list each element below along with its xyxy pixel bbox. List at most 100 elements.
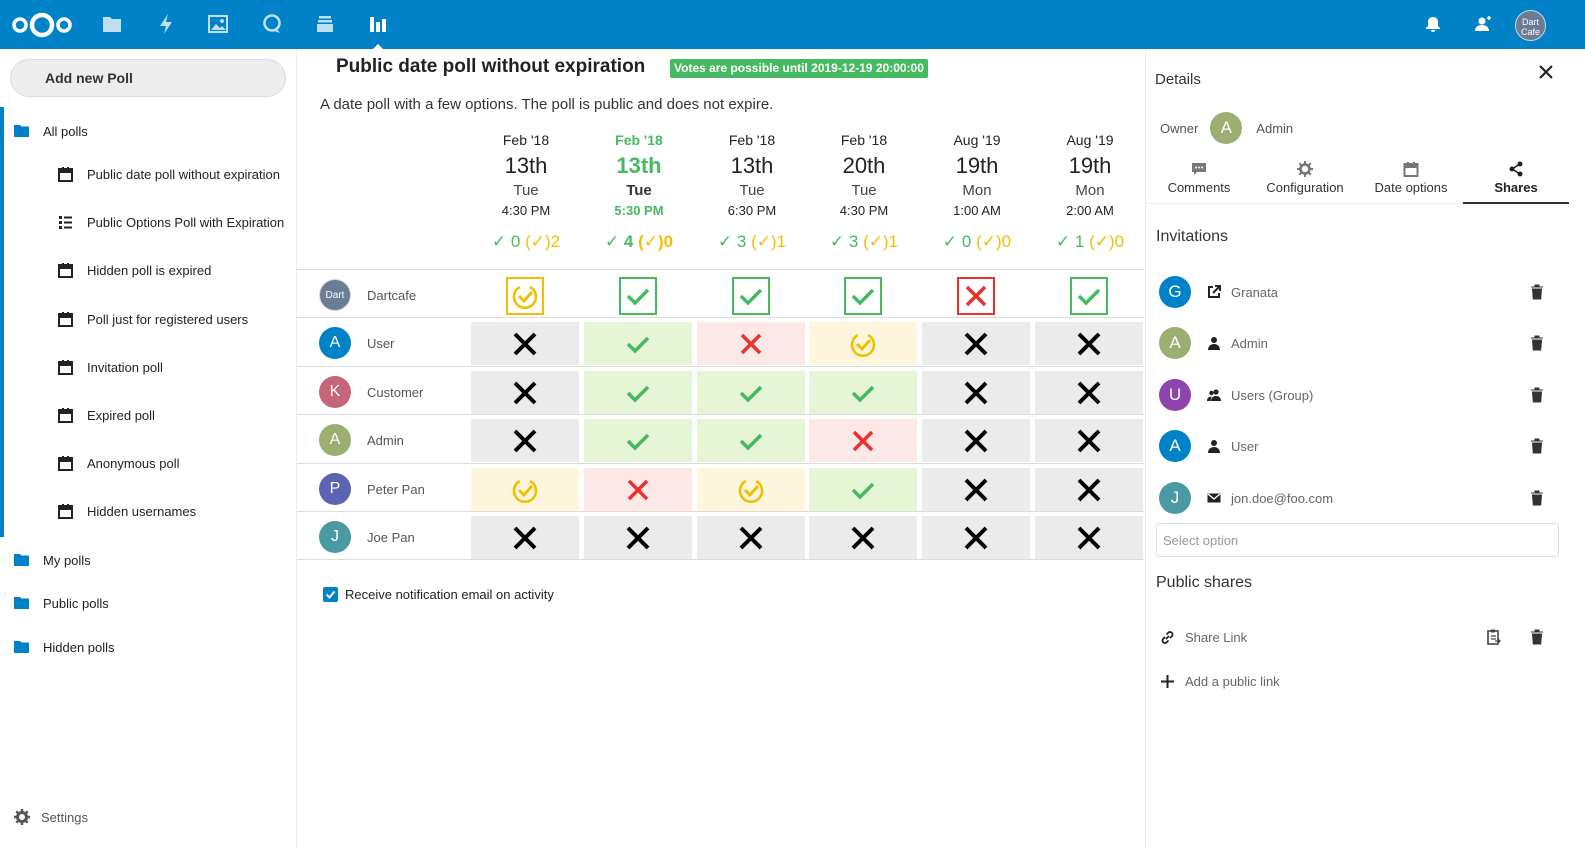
vote-cell [809, 322, 917, 365]
vote-cell [471, 468, 579, 511]
deck-icon[interactable] [314, 13, 336, 35]
cross-icon [740, 333, 762, 354]
nav-my-polls[interactable]: My polls [14, 550, 91, 570]
tab-configuration[interactable]: Configuration [1252, 152, 1358, 204]
nav-poll-label: Public date poll without expiration [87, 166, 280, 182]
owner-info: Owner A Admin [1160, 112, 1293, 144]
poll-title: Public date poll without expiration [336, 56, 646, 77]
nav-poll-item[interactable]: Public date poll without expiration [58, 164, 280, 184]
option-month: Feb '18 [728, 132, 776, 148]
option-day: 13th [504, 153, 548, 178]
nav-poll-item[interactable]: Hidden usernames [58, 501, 196, 521]
notifications-bell-icon[interactable] [1422, 13, 1444, 35]
vote-cell [584, 468, 692, 511]
vote-toggle[interactable] [732, 276, 770, 315]
vote-toggle[interactable] [619, 276, 657, 315]
vote-cell[interactable] [584, 274, 692, 317]
share-name: User [1231, 438, 1259, 454]
option-day: 19th [1068, 153, 1112, 178]
vote-toggle[interactable] [506, 276, 544, 315]
check-icon [851, 385, 875, 402]
user-avatar[interactable]: Dart Cafe [1515, 10, 1546, 41]
vote-toggle[interactable] [844, 276, 882, 315]
maybe-icon [512, 479, 538, 503]
tab-label: Comments [1167, 180, 1231, 195]
row-divider [297, 366, 1144, 367]
trash-icon[interactable] [1530, 490, 1544, 506]
option-dow: Tue [739, 182, 765, 199]
nav-poll-item[interactable]: Public Options Poll with Expiration [58, 212, 284, 232]
no-vote-icon [1077, 429, 1101, 452]
option-day: 13th [616, 153, 662, 178]
nav-poll-item[interactable]: Poll just for registered users [58, 309, 248, 329]
no-vote-icon [1077, 381, 1101, 404]
no-vote-icon [626, 526, 650, 549]
participant-row: A User [319, 327, 394, 359]
option-day: 19th [955, 153, 999, 178]
polls-icon[interactable] [367, 13, 389, 35]
vote-cell[interactable] [471, 274, 579, 317]
nav-poll-item[interactable]: Invitation poll [58, 357, 163, 377]
tab-shares[interactable]: Shares [1463, 152, 1569, 204]
no-vote-icon [513, 526, 537, 549]
checkbox-checked-icon[interactable] [323, 587, 338, 602]
add-new-poll-button[interactable]: Add new Poll [10, 59, 286, 97]
vote-cell [697, 322, 805, 365]
trash-icon[interactable] [1530, 335, 1544, 351]
vote-counts: ✓ 1 (✓)0 [1035, 232, 1145, 252]
maybe-count: 2 [550, 232, 561, 251]
vote-toggle[interactable] [957, 276, 995, 315]
gallery-icon[interactable] [207, 13, 229, 35]
participant-name: Joe Pan [367, 529, 415, 545]
nav-all-polls[interactable]: All polls [14, 121, 88, 141]
option-month: Feb '18 [502, 132, 550, 148]
option-month: Feb '18 [840, 132, 888, 148]
option-day: 13th [730, 153, 774, 178]
nextcloud-logo[interactable] [11, 11, 73, 39]
row-divider [297, 463, 1144, 464]
files-icon[interactable] [101, 13, 123, 35]
close-icon[interactable] [1536, 62, 1556, 82]
participant-row: K Customer [319, 376, 423, 408]
notification-checkbox[interactable]: Receive notification email on activity [323, 587, 554, 602]
vote-cell [471, 322, 579, 365]
trash-icon[interactable] [1530, 629, 1544, 645]
share-link-label: Share Link [1185, 630, 1248, 645]
vote-cell[interactable] [1035, 274, 1143, 317]
share-select-input[interactable]: Select option [1156, 523, 1559, 557]
vote-cell[interactable] [809, 274, 917, 317]
vote-cell [1035, 468, 1143, 511]
clipboard-icon[interactable] [1486, 629, 1502, 645]
trash-icon[interactable] [1530, 387, 1544, 403]
check-icon [739, 288, 763, 305]
activity-icon[interactable] [155, 13, 177, 35]
nav-hidden-polls-label: Hidden polls [43, 639, 115, 655]
tab-date-options[interactable]: Date options [1358, 152, 1464, 204]
owner-avatar: A [1210, 112, 1243, 144]
option-dow: Tue [513, 182, 539, 199]
nav-poll-item[interactable]: Anonymous poll [58, 453, 180, 473]
trash-icon[interactable] [1530, 438, 1544, 454]
nav-poll-item[interactable]: Hidden poll is expired [58, 260, 211, 280]
vote-cell [1035, 371, 1143, 414]
participant-name: Dartcafe [367, 287, 417, 303]
tab-comments[interactable]: Comments [1146, 152, 1252, 204]
vote-cell[interactable] [922, 274, 1030, 317]
maybe-count: 1 [776, 232, 787, 251]
nav-public-polls[interactable]: Public polls [14, 593, 109, 613]
trash-icon[interactable] [1530, 284, 1544, 300]
settings-button[interactable]: Settings [14, 809, 88, 825]
contacts-icon[interactable] [1471, 13, 1493, 35]
vote-cell[interactable] [697, 274, 805, 317]
comment-icon [1192, 163, 1206, 175]
add-public-link-button[interactable]: Add a public link [1160, 674, 1280, 689]
check-icon [851, 482, 875, 499]
vote-cell [922, 371, 1030, 414]
date-option-header: Aug '19 19th Mon 1:00 AM [922, 129, 1032, 221]
nav-poll-item[interactable]: Expired poll [58, 405, 155, 425]
vote-toggle[interactable] [1070, 276, 1108, 315]
vote-counts: ✓ 0 (✓)2 [471, 232, 581, 252]
talk-icon[interactable] [261, 13, 283, 35]
yes-count-icon: ✓ [717, 232, 737, 251]
nav-hidden-polls[interactable]: Hidden polls [14, 637, 115, 657]
